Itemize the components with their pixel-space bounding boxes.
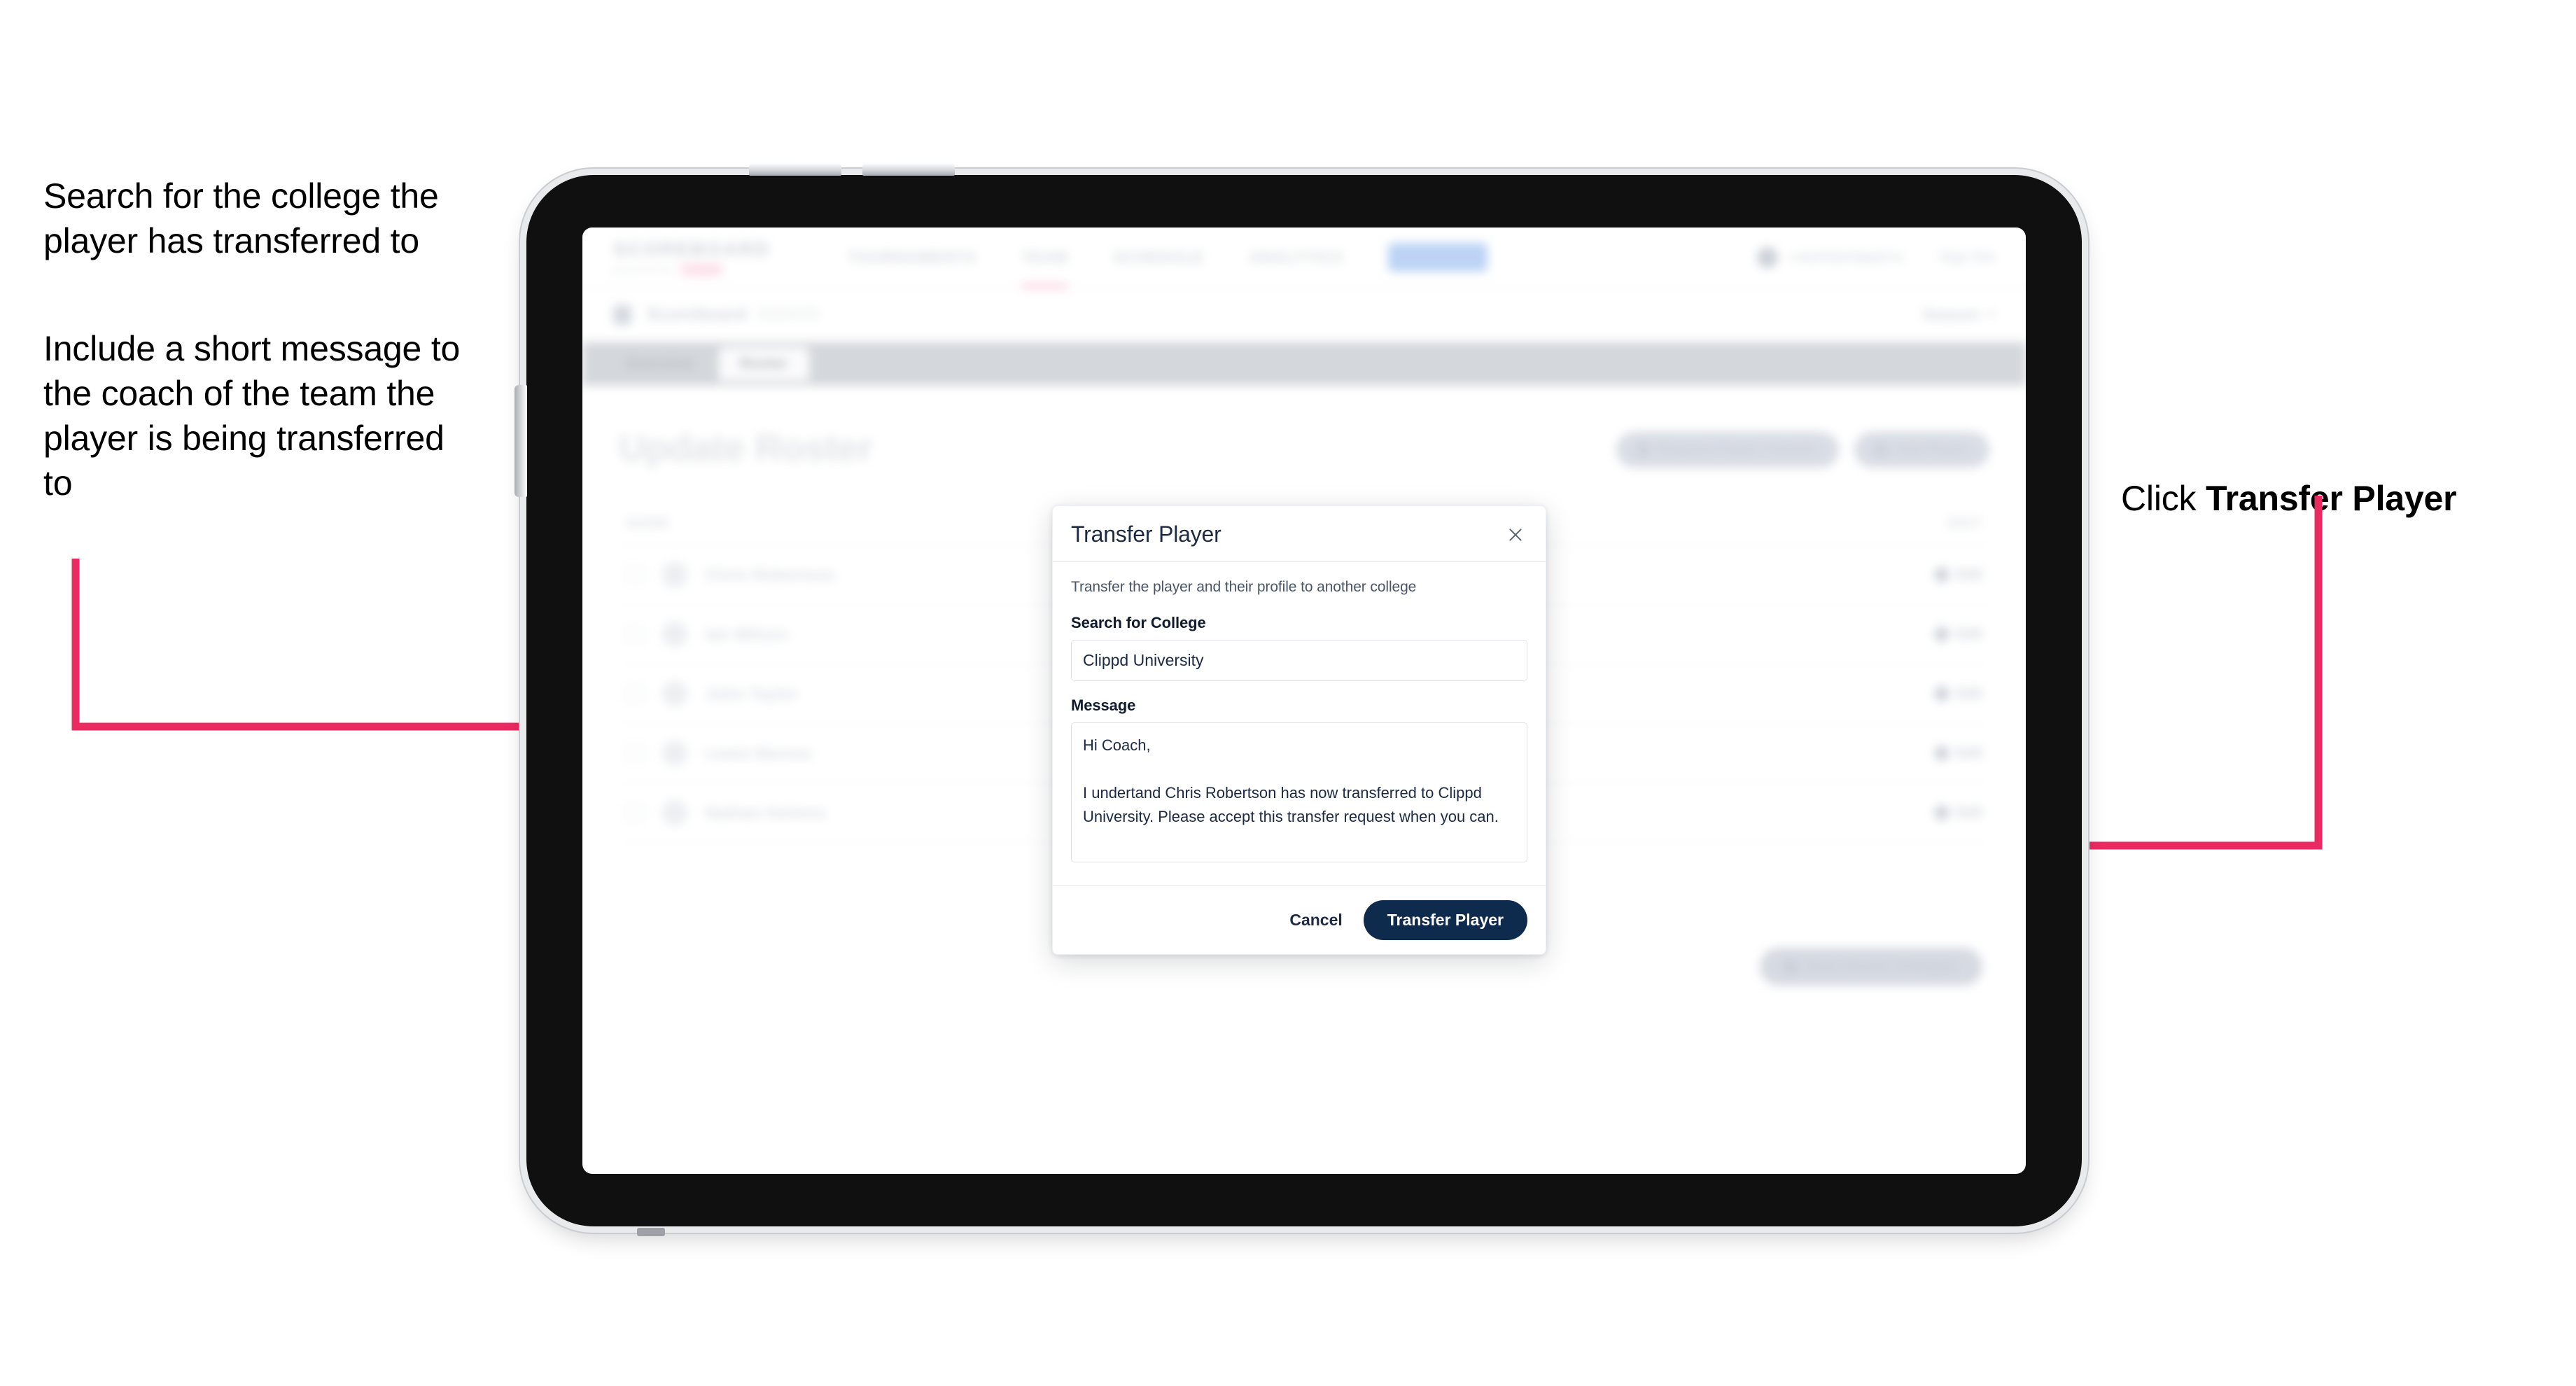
player-name: Chris Robertson	[706, 565, 835, 584]
breadcrumb-season: 2024/25	[756, 304, 820, 324]
transfer-player-button[interactable]: Transfer Player	[1363, 900, 1527, 940]
column-header-name: NAME	[626, 516, 670, 531]
nav-item-schedule[interactable]: SCHEDULE	[1113, 241, 1205, 274]
avatar	[662, 562, 687, 587]
cancel-button[interactable]: Cancel	[1287, 905, 1345, 935]
dialog-body: Transfer the player and their profile to…	[1053, 562, 1546, 886]
pencil-icon	[1933, 625, 1951, 643]
screenshot-stage: Search for the college the player has tr…	[0, 0, 2576, 1386]
dialog-description: Transfer the player and their profile to…	[1071, 579, 1417, 595]
player-name: John Taylor	[706, 684, 798, 703]
brand-logo[interactable]: SCOREBOARD powered by clippd	[613, 239, 771, 276]
pencil-icon	[1933, 744, 1951, 762]
avatar[interactable]	[1757, 246, 1779, 268]
tab-bar: Overview Roster	[582, 342, 2026, 386]
message-label: Message	[1071, 696, 1136, 714]
annotation-include-message: Include a short message to the coach of …	[43, 329, 461, 503]
page-header: Update Roster Request Player Transfer Ad…	[619, 426, 1989, 470]
row-checkbox[interactable]	[626, 685, 644, 703]
row-edit-action[interactable]: Edit	[1933, 804, 1982, 822]
brand-subline: powered by clippd	[613, 263, 771, 276]
transfer-player-dialog: Transfer Player Transfer the player and …	[1052, 505, 1546, 955]
transfer-icon	[1637, 444, 1649, 456]
edit-label: Edit	[1956, 804, 1982, 820]
page-title: Update Roster	[619, 427, 873, 469]
row-edit-action[interactable]: Edit	[1933, 625, 1982, 643]
brand-clippd: clippd	[680, 263, 724, 276]
nav-item-team[interactable]: TEAM	[1021, 241, 1069, 288]
row-checkbox[interactable]	[626, 566, 644, 584]
brand-poweredby: powered by	[613, 265, 674, 274]
volume-up-button[interactable]	[749, 163, 841, 176]
avatar	[662, 741, 687, 766]
sign-out-button[interactable]: Sign Out	[1940, 250, 1995, 265]
nav-item-tournaments[interactable]: TOURNAMENTS	[848, 241, 976, 274]
power-button[interactable]	[514, 385, 527, 497]
primary-nav: TOURNAMENTS TEAM SCHEDULE ANALYTICS ROST…	[848, 241, 1488, 288]
save-icon	[1785, 960, 1798, 973]
pencil-icon	[1933, 566, 1951, 584]
season-dropdown[interactable]: Season ▾	[1923, 305, 1995, 324]
season-dropdown-label: Season	[1922, 305, 1980, 323]
plus-icon	[1875, 444, 1887, 456]
avatar	[662, 622, 687, 647]
add-player-button[interactable]: Add Player	[1854, 432, 1989, 468]
account-area: coach@clippd.io Sign Out	[1757, 246, 1995, 268]
request-player-transfer-label: Request Player Transfer	[1657, 442, 1818, 457]
field-spacer	[1071, 681, 1527, 696]
page-actions: Request Player Transfer Add Player	[1616, 426, 1989, 468]
edit-label: Edit	[1956, 685, 1982, 701]
player-name: Nathan Holmes	[706, 803, 826, 822]
volume-down-button[interactable]	[862, 163, 955, 176]
pencil-icon	[1933, 685, 1951, 703]
nav-item-roster[interactable]: ROSTER	[1388, 243, 1488, 272]
search-college-label: Search for College	[1071, 614, 1206, 631]
chevron-down-icon: ▾	[1988, 307, 1995, 322]
brand-wordmark: SCOREBOARD	[613, 239, 771, 260]
edit-label: Edit	[1956, 626, 1982, 642]
player-name: Lewis Barnes	[706, 743, 812, 762]
pencil-icon	[1933, 804, 1951, 822]
save-roster-changes-label: Save Roster Changes	[1806, 958, 1957, 974]
edit-label: Edit	[1956, 745, 1982, 761]
row-edit-action[interactable]: Edit	[1933, 744, 1982, 762]
device-port	[637, 1228, 665, 1236]
row-checkbox[interactable]	[626, 804, 644, 822]
column-header-edit: EDIT	[1947, 516, 1982, 531]
avatar	[662, 681, 687, 706]
dialog-header: Transfer Player	[1053, 506, 1546, 562]
scoreboard-icon	[613, 304, 631, 325]
tab-overview[interactable]: Overview	[605, 347, 715, 381]
add-player-label: Add Player	[1895, 442, 1968, 457]
nav-item-analytics[interactable]: ANALYTICS	[1250, 241, 1344, 274]
row-edit-action[interactable]: Edit	[1933, 685, 1982, 703]
breadcrumb-title[interactable]: Scoreboard	[647, 304, 747, 325]
edit-label: Edit	[1956, 566, 1982, 582]
dialog-footer: Cancel Transfer Player	[1053, 886, 1546, 954]
close-icon[interactable]	[1504, 523, 1527, 547]
request-player-transfer-button[interactable]: Request Player Transfer	[1616, 432, 1839, 468]
row-checkbox[interactable]	[626, 625, 644, 643]
player-name: Ian Wilson	[706, 624, 788, 643]
row-checkbox[interactable]	[626, 744, 644, 762]
app-navbar: SCOREBOARD powered by clippd TOURNAMENTS…	[582, 227, 2026, 288]
avatar	[662, 800, 687, 825]
tab-roster[interactable]: Roster	[718, 347, 809, 381]
search-college-input[interactable]	[1071, 640, 1527, 681]
message-textarea[interactable]	[1071, 722, 1527, 862]
row-edit-action[interactable]: Edit	[1933, 566, 1982, 584]
annotation-search-college: Search for the college the player has tr…	[43, 176, 439, 260]
account-email: coach@clippd.io	[1791, 249, 1903, 265]
breadcrumb: Scoreboard 2024/25 Season ▾	[582, 288, 2026, 342]
dialog-title: Transfer Player	[1071, 522, 1222, 547]
save-roster-changes-button[interactable]: Save Roster Changes	[1760, 948, 1982, 986]
